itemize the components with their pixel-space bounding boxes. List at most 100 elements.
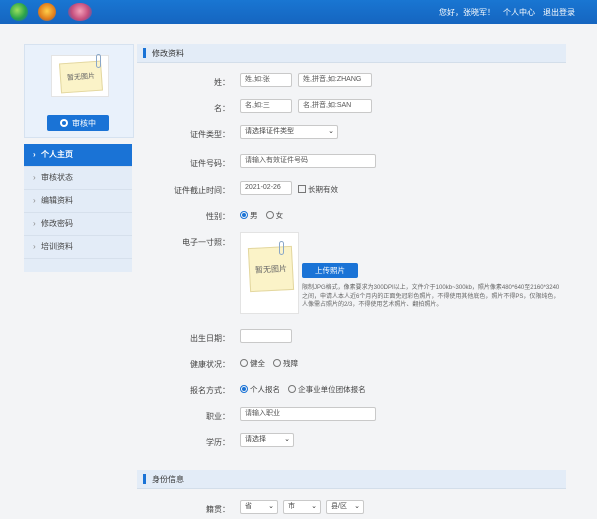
option-label: 企事业单位团体报名 [298, 385, 366, 394]
birth-date-input[interactable] [240, 329, 292, 343]
surname-cn-input[interactable]: 姓,如:张 [240, 73, 292, 87]
registration-radio-group: 个人报名 企事业单位团体报名 [240, 384, 372, 395]
id-expiry-input[interactable]: 2021-02-26 [240, 181, 292, 195]
top-nav: 您好，张晓军！ 个人中心 退出登录 [439, 7, 575, 18]
chevron-down-icon: ⌄ [354, 503, 360, 510]
given-name-en-input[interactable]: 名,拼音,如:SAN [298, 99, 372, 113]
chevron-down-icon: ⌄ [311, 503, 317, 510]
radio-button[interactable] [240, 385, 248, 394]
chevron-right-icon: › [33, 242, 36, 251]
status-icon [60, 119, 68, 127]
long-term-checkbox[interactable] [298, 185, 306, 194]
sidebar-item-change-password[interactable]: › 修改密码 [24, 213, 132, 236]
id-expiry-label: 证件截止时间： [174, 186, 230, 195]
status-button-label: 审核中 [72, 118, 96, 128]
chevron-down-icon: ⌄ [328, 128, 334, 135]
chevron-down-icon: ⌄ [284, 436, 290, 443]
photo-requirements-text: 限制JPG格式，像素要求为300DPI以上，文件介于100kb~300kb，照片… [302, 285, 560, 308]
gender-male-option[interactable]: 男 [240, 211, 258, 220]
section-marker [143, 474, 146, 484]
option-label: 男 [250, 211, 258, 220]
occupation-label: 职业： [206, 412, 230, 421]
education-label: 学历： [206, 438, 230, 447]
registration-label: 报名方式： [190, 386, 230, 395]
city-value: 市 [288, 503, 295, 510]
section-header-identity: 身份信息 [137, 470, 566, 489]
radio-button[interactable] [240, 359, 248, 368]
sidebar-item-home[interactable]: › 个人主页 [24, 144, 132, 167]
gender-radio-group: 男 女 [240, 210, 289, 221]
logo-icon [10, 3, 28, 21]
radio-button[interactable] [288, 385, 297, 394]
personal-center-link[interactable]: 个人中心 [503, 7, 535, 18]
id-type-value: 请选择证件类型 [245, 128, 294, 135]
id-number-input[interactable]: 请输入有效证件号码 [240, 154, 376, 168]
photo-preview: 暂无图片 [240, 232, 299, 314]
option-label: 健全 [250, 359, 265, 368]
district-select[interactable]: 县/区 ⌄ [326, 500, 364, 514]
option-label: 个人报名 [250, 385, 280, 394]
health-normal-option[interactable]: 健全 [240, 359, 265, 368]
sidebar-item-label: 培训资料 [41, 242, 73, 251]
greeting-text: 您好，张晓军！ [439, 8, 495, 17]
paperclip-icon [279, 241, 284, 255]
sidebar-item-training[interactable]: › 培训资料 [24, 236, 132, 259]
given-name-cn-input[interactable]: 名,如:三 [240, 99, 292, 113]
sidebar-item-label: 个人主页 [41, 150, 73, 159]
province-value: 省 [245, 503, 252, 510]
health-radio-group: 健全 残障 [240, 358, 304, 369]
chevron-down-icon: ⌄ [268, 503, 274, 510]
section-title: 身份信息 [152, 474, 184, 484]
health-disabled-option[interactable]: 残障 [273, 359, 298, 368]
chevron-right-icon: › [33, 196, 36, 205]
long-term-option[interactable]: 长期有效 [298, 184, 338, 195]
registration-group-option[interactable]: 企事业单位团体报名 [288, 385, 366, 394]
radio-button[interactable] [273, 359, 282, 368]
chevron-right-icon: › [33, 150, 36, 159]
sidebar: › 个人主页 › 审核状态 › 编辑资料 › 修改密码 › 培训资料 [24, 144, 132, 272]
avatar: 暂无图片 [51, 54, 109, 97]
sidebar-item-review-status[interactable]: › 审核状态 [24, 167, 132, 190]
paperclip-icon [96, 54, 101, 68]
chevron-right-icon: › [33, 219, 36, 228]
long-term-label: 长期有效 [308, 185, 338, 194]
logout-link[interactable]: 退出登录 [543, 7, 575, 18]
photo-placeholder: 暂无图片 [247, 245, 295, 293]
id-number-label: 证件号码： [190, 159, 230, 168]
option-label: 女 [275, 211, 284, 220]
logo-icon [68, 3, 92, 21]
photo-label: 电子一寸照： [182, 238, 230, 247]
city-select[interactable]: 市 ⌄ [283, 500, 321, 514]
section-header-edit-profile: 修改资料 [137, 44, 566, 63]
id-type-select[interactable]: 请选择证件类型 ⌄ [240, 125, 338, 139]
given-name-label: 名： [214, 104, 230, 113]
upload-photo-button[interactable]: 上传照片 [302, 263, 358, 278]
origin-label: 籍贯： [206, 505, 230, 514]
profile-card: 暂无图片 审核中 [24, 44, 134, 138]
sidebar-item-edit-profile[interactable]: › 编辑资料 [24, 190, 132, 213]
surname-en-input[interactable]: 姓,拼音,如:ZHANG [298, 73, 372, 87]
district-value: 县/区 [331, 503, 347, 510]
radio-button[interactable] [265, 211, 274, 220]
registration-individual-option[interactable]: 个人报名 [240, 385, 280, 394]
education-select[interactable]: 请选择 ⌄ [240, 433, 294, 447]
radio-button[interactable] [240, 211, 248, 220]
id-type-label: 证件类型： [190, 130, 230, 139]
birth-date-label: 出生日期： [190, 334, 230, 343]
gender-female-option[interactable]: 女 [265, 211, 284, 220]
sidebar-item-label: 修改密码 [41, 219, 73, 228]
sidebar-item-label: 编辑资料 [41, 196, 73, 205]
sidebar-item-label: 审核状态 [41, 173, 73, 182]
occupation-input[interactable]: 请输入职业 [240, 407, 376, 421]
section-title: 修改资料 [152, 48, 184, 58]
logo-icon [38, 3, 56, 21]
review-status-button[interactable]: 审核中 [47, 115, 109, 131]
section-marker [143, 48, 146, 58]
top-bar: 您好，张晓军！ 个人中心 退出登录 [0, 0, 597, 24]
gender-label: 性别： [206, 212, 230, 221]
chevron-right-icon: › [33, 173, 36, 182]
education-value: 请选择 [245, 436, 266, 443]
option-label: 残障 [283, 359, 299, 368]
province-select[interactable]: 省 ⌄ [240, 500, 278, 514]
health-label: 健康状况： [190, 360, 230, 369]
